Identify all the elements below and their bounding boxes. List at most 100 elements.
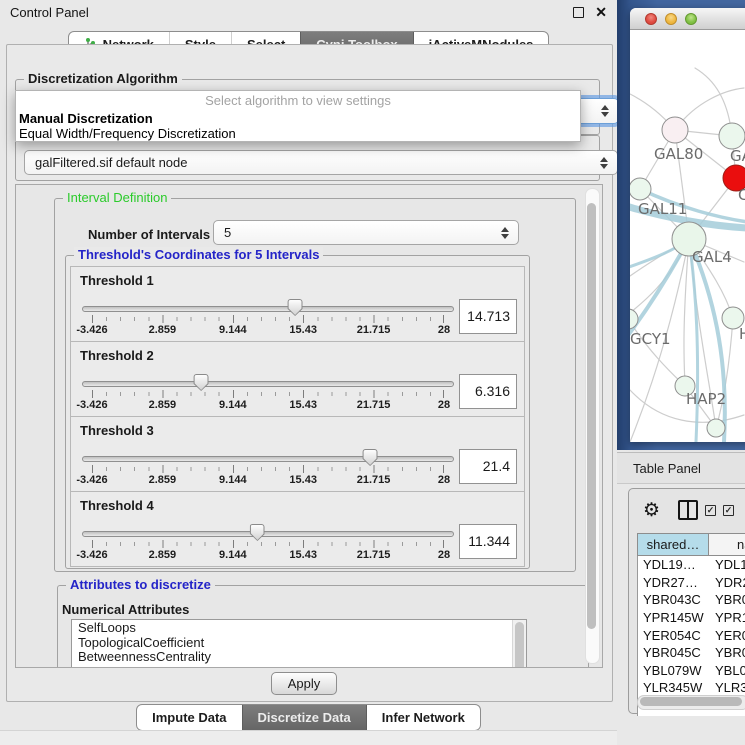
panel-vertical-scrollbar[interactable] — [585, 188, 600, 664]
dropdown-hint: Select algorithm to view settings — [16, 91, 580, 110]
scrollbar-thumb[interactable] — [640, 697, 742, 706]
tab-impute-data[interactable]: Impute Data — [137, 705, 241, 730]
threshold-label: Threshold 4 — [80, 498, 154, 513]
table-panel-title: Table Panel — [633, 461, 701, 476]
slider-thumb[interactable] — [288, 299, 303, 316]
slider-ticks — [92, 465, 444, 473]
scale-tick-label: 2.859 — [149, 474, 177, 486]
slider-thumb[interactable] — [250, 524, 265, 541]
threshold-value-field[interactable]: 6.316 — [459, 374, 517, 409]
network-node-label: HAP2 — [686, 390, 726, 408]
checkbox-checked-icon[interactable]: ✓ — [723, 505, 734, 516]
scale-tick-label: 15.43 — [289, 474, 317, 486]
table-row[interactable]: YBL079WYBL0 — [638, 662, 745, 680]
column-header-name[interactable]: na — [708, 533, 745, 556]
network-edge[interactable] — [689, 239, 698, 442]
threshold-value-field[interactable]: 14.713 — [459, 299, 517, 334]
network-node[interactable] — [662, 117, 688, 143]
network-canvas-svg: GAL80GACGAL11GAL4GCY1HHAP2 — [630, 30, 745, 442]
slider-thumb[interactable] — [363, 449, 378, 466]
numerical-attributes-listbox[interactable]: SelfLoopsTopologicalCoefficientBetweenne… — [71, 619, 527, 668]
network-node[interactable] — [719, 123, 745, 149]
combo-spinner-icon — [600, 157, 608, 169]
tab-discretize-data[interactable]: Discretize Data — [242, 705, 366, 730]
threshold-slider[interactable]: -3.4262.8599.14415.4321.71528 — [80, 297, 456, 339]
split-columns-icon[interactable] — [678, 500, 698, 520]
combo-spinner-icon — [601, 105, 609, 117]
table-cell: YBR043C — [638, 592, 710, 607]
table-horizontal-scrollbar[interactable] — [637, 695, 745, 710]
scale-tick-label: 15.43 — [289, 324, 317, 336]
scale-tick-label: 9.144 — [219, 549, 247, 561]
zoom-traffic-light[interactable] — [685, 13, 697, 25]
dropdown-option-equal-width[interactable]: Equal Width/Frequency Discretization — [16, 126, 580, 141]
table-cell: YPR1 — [710, 610, 745, 625]
threshold-value-field[interactable]: 11.344 — [459, 524, 517, 559]
tab-infer-network[interactable]: Infer Network — [366, 705, 480, 730]
threshold-slider[interactable]: -3.4262.8599.14415.4321.71528 — [80, 522, 456, 564]
table-row[interactable]: YER054CYER0 — [638, 626, 745, 644]
network-edge[interactable] — [689, 239, 725, 442]
table-data-combobox[interactable]: galFiltered.sif default node — [24, 150, 618, 175]
threshold-slider[interactable]: -3.4262.8599.14415.4321.71528 — [80, 447, 456, 489]
table-row[interactable]: YBR045CYBR0 — [638, 644, 745, 662]
threshold-value-field[interactable]: 21.4 — [459, 449, 517, 484]
network-canvas[interactable]: GAL80GACGAL11GAL4GCY1HHAP2 — [630, 30, 745, 442]
scale-tick-label: 28 — [438, 324, 450, 336]
network-node[interactable] — [707, 419, 725, 437]
table-row[interactable]: YDL19…YDL1 — [638, 556, 745, 574]
tab-label: Infer Network — [382, 710, 465, 725]
table-cell: YER054C — [638, 628, 710, 643]
scale-tick-label: 9.144 — [219, 324, 247, 336]
combo-spinner-icon — [501, 227, 509, 239]
checkbox-checked-icon[interactable]: ✓ — [705, 505, 716, 516]
attribute-item[interactable]: BetweennessCentrality — [72, 649, 526, 664]
network-node[interactable] — [630, 178, 651, 200]
table-panel-window: ⚙ ✓ ✓ shared… na YDL19…YDL1YDR27…YDR2YBR… — [628, 488, 745, 714]
apply-button[interactable]: Apply — [271, 672, 337, 695]
scrollbar-thumb[interactable] — [587, 203, 596, 629]
network-node-label: GAL80 — [654, 145, 703, 163]
algorithm-dropdown-popup: Select algorithm to view settings Manual… — [15, 90, 581, 142]
table-cell: YDR2 — [710, 575, 745, 590]
table-cell: YDL19… — [638, 557, 710, 572]
scale-tick-label: 21.715 — [357, 474, 391, 486]
status-strip — [0, 730, 617, 745]
minimize-traffic-light[interactable] — [665, 13, 677, 25]
table-header-row: shared… na — [637, 533, 745, 556]
attribute-item[interactable]: SelfLoops — [72, 620, 526, 635]
table-row[interactable]: YBR043CYBR0 — [638, 591, 745, 609]
float-window-icon[interactable] — [573, 7, 584, 18]
slider-scale-labels: -3.4262.8599.14415.4321.71528 — [92, 474, 444, 487]
scrollbar-thumb[interactable] — [515, 622, 524, 668]
scale-tick-label: 2.859 — [149, 324, 177, 336]
network-node-label: GA — [730, 147, 745, 165]
table-body: YDL19…YDL1YDR27…YDR2YBR043CYBR0YPR145WYP… — [637, 556, 745, 716]
threshold-slider[interactable]: -3.4262.8599.14415.4321.71528 — [80, 372, 456, 414]
network-view-frame: GAL80GACGAL11GAL4GCY1HHAP2 — [617, 0, 745, 450]
table-cell: YDR27… — [638, 575, 710, 590]
list-vertical-scrollbar[interactable] — [512, 620, 526, 668]
table-cell: YLR3 — [710, 680, 745, 695]
gear-icon[interactable]: ⚙ — [643, 501, 660, 520]
slider-scale-labels: -3.4262.8599.14415.4321.71528 — [92, 324, 444, 337]
node-table: shared… na YDL19…YDL1YDR27…YDR2YBR043CYB… — [637, 533, 745, 716]
table-row[interactable]: YPR145WYPR1 — [638, 609, 745, 627]
table-cell: YLR345W — [638, 680, 710, 695]
close-icon[interactable]: ✕ — [595, 5, 607, 19]
column-header-shared-name[interactable]: shared… — [637, 533, 709, 556]
slider-scale-labels: -3.4262.8599.14415.4321.71528 — [92, 399, 444, 412]
number-of-intervals-combobox[interactable]: 5 — [213, 220, 519, 245]
slider-thumb[interactable] — [194, 374, 209, 391]
close-traffic-light[interactable] — [645, 13, 657, 25]
slider-ticks — [92, 315, 444, 323]
scale-tick-label: 9.144 — [219, 474, 247, 486]
tab-label: Impute Data — [152, 710, 226, 725]
slider-scale-labels: -3.4262.8599.14415.4321.71528 — [92, 549, 444, 562]
threshold-panel: Threshold 2 -3.4262.8599.14415.4321.7152… — [70, 341, 525, 417]
table-cell: YPR145W — [638, 610, 710, 625]
dropdown-option-manual[interactable]: Manual Discretization — [16, 110, 580, 126]
table-row[interactable]: YDR27…YDR2 — [638, 574, 745, 592]
scale-tick-label: 2.859 — [149, 549, 177, 561]
attribute-item[interactable]: TopologicalCoefficient — [72, 635, 526, 650]
